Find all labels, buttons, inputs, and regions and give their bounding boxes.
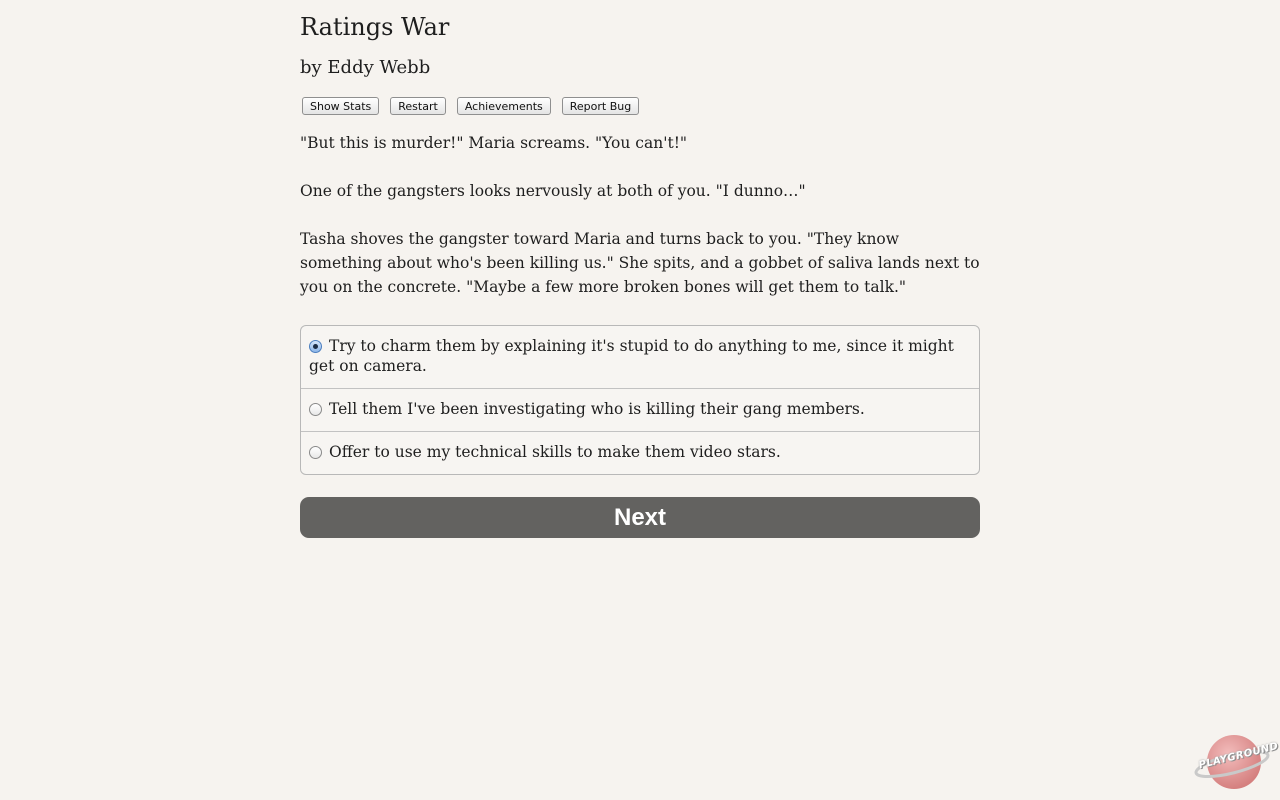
report-bug-button[interactable]: Report Bug xyxy=(561,97,640,115)
achievements-button[interactable]: Achievements xyxy=(456,97,551,115)
choice-label: Tell them I've been investigating who is… xyxy=(329,400,865,418)
radio-button-selected-icon[interactable] xyxy=(309,340,322,353)
show-stats-button[interactable]: Show Stats xyxy=(302,97,380,115)
next-button[interactable]: Next xyxy=(300,497,980,538)
game-title: Ratings War xyxy=(300,13,450,41)
radio-button-icon[interactable] xyxy=(309,446,322,459)
story-paragraph: "But this is murder!" Maria screams. "Yo… xyxy=(300,134,688,152)
story-text: "But this is murder!" Maria screams. "Yo… xyxy=(300,131,980,323)
story-paragraph: Tasha shoves the gangster toward Maria a… xyxy=(300,230,980,296)
choice-label: Offer to use my technical skills to make… xyxy=(329,443,781,461)
choice-option[interactable]: Tell them I've been investigating who is… xyxy=(301,388,979,431)
choice-option[interactable]: Try to charm them by explaining it's stu… xyxy=(301,326,979,388)
game-toolbar: Show Stats Restart Achievements Report B… xyxy=(302,97,640,116)
restart-button[interactable]: Restart xyxy=(390,97,446,115)
radio-button-icon[interactable] xyxy=(309,403,322,416)
playground-watermark: PLAYGROUND xyxy=(1194,730,1280,794)
choice-list: Try to charm them by explaining it's stu… xyxy=(300,325,980,475)
choice-option[interactable]: Offer to use my technical skills to make… xyxy=(301,431,979,474)
game-author: by Eddy Webb xyxy=(300,57,431,78)
choice-label: Try to charm them by explaining it's stu… xyxy=(309,337,954,375)
story-paragraph: One of the gangsters looks nervously at … xyxy=(300,182,806,200)
